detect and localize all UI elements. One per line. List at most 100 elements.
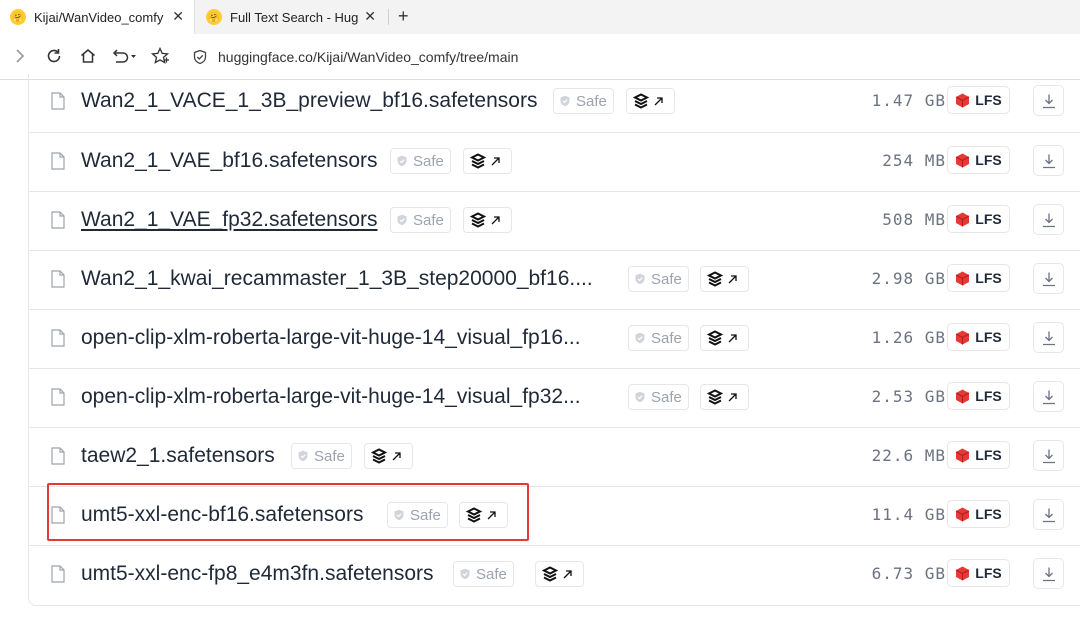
tab-title: Full Text Search - Hug <box>230 9 358 25</box>
file-size: 6.73 GB <box>871 564 946 583</box>
lfs-badge[interactable]: LFS <box>947 441 1010 469</box>
file-icon <box>51 152 65 170</box>
download-button[interactable] <box>1033 381 1064 412</box>
file-name-link[interactable]: Wan2_1_VAE_fp32.safetensors <box>81 206 378 234</box>
scan-link-icon <box>469 212 500 228</box>
download-icon <box>1042 390 1055 404</box>
download-icon <box>1042 331 1055 345</box>
lfs-badge[interactable]: LFS <box>947 559 1010 587</box>
lfs-badge[interactable]: LFS <box>947 323 1010 351</box>
safe-label: Safe <box>651 329 682 347</box>
file-row: Wan2_1_VACE_1_3B_preview_bf16.safetensor… <box>29 73 1080 132</box>
favorite-star-icon[interactable] <box>148 44 172 68</box>
safe-badge[interactable]: Safe <box>453 561 514 587</box>
lfs-label: LFS <box>975 447 1002 463</box>
safe-label: Safe <box>651 270 682 288</box>
safe-badge[interactable]: Safe <box>628 266 689 292</box>
safe-badge[interactable]: Safe <box>390 148 451 174</box>
safe-badge[interactable]: Safe <box>291 443 352 469</box>
lfs-label: LFS <box>975 506 1002 522</box>
file-size: 11.4 GB <box>871 505 946 524</box>
file-row: open-clip-xlm-roberta-large-vit-huge-14_… <box>29 368 1080 427</box>
lfs-label: LFS <box>975 92 1002 108</box>
reload-icon[interactable] <box>42 44 66 68</box>
undo-history-icon[interactable] <box>106 44 140 68</box>
file-name-link[interactable]: Wan2_1_kwai_recammaster_1_3B_step20000_b… <box>81 265 593 293</box>
file-icon <box>51 447 65 465</box>
download-button[interactable] <box>1033 322 1064 353</box>
scan-link-icon <box>469 153 500 169</box>
lfs-cube-icon <box>956 271 970 285</box>
scan-link-button[interactable] <box>700 325 749 351</box>
download-button[interactable] <box>1033 263 1064 294</box>
file-name-link[interactable]: Wan2_1_VAE_bf16.safetensors <box>81 147 378 175</box>
lfs-cube-icon <box>956 93 970 107</box>
file-name-link[interactable]: umt5-xxl-enc-fp8_e4m3fn.safetensors <box>81 560 434 588</box>
address-url: huggingface.co/Kijai/WanVideo_comfy/tree… <box>218 49 519 65</box>
tab-title: Kijai/WanVideo_comfy <box>34 9 164 25</box>
scan-link-button[interactable] <box>626 88 675 114</box>
lfs-cube-icon <box>956 330 970 344</box>
new-tab-button[interactable]: + <box>398 5 409 27</box>
scan-link-button[interactable] <box>700 384 749 410</box>
file-row: umt5-xxl-enc-fp8_e4m3fn.safetensors Safe… <box>29 545 1080 604</box>
safe-badge[interactable]: Safe <box>390 207 451 233</box>
close-tab-icon[interactable]: ✕ <box>364 8 376 24</box>
hf-favicon-icon: 🤗 <box>206 9 222 25</box>
download-icon <box>1042 449 1055 463</box>
hf-favicon-icon: 🤗 <box>10 9 26 25</box>
safe-badge[interactable]: Safe <box>553 88 614 114</box>
download-button[interactable] <box>1033 204 1064 235</box>
download-button[interactable] <box>1033 85 1064 116</box>
shield-check-icon <box>298 450 308 462</box>
tab-full-text-search[interactable]: 🤗 Full Text Search - Hug ✕ <box>196 0 386 34</box>
scan-link-button[interactable] <box>364 443 413 469</box>
home-icon[interactable] <box>76 44 100 68</box>
safe-badge[interactable]: Safe <box>628 325 689 351</box>
scan-link-button[interactable] <box>463 148 512 174</box>
scan-link-button[interactable] <box>535 561 584 587</box>
lfs-cube-icon <box>956 566 970 580</box>
shield-check-icon <box>397 214 407 226</box>
lfs-badge[interactable]: LFS <box>947 382 1010 410</box>
lfs-badge[interactable]: LFS <box>947 205 1010 233</box>
site-security-icon[interactable] <box>192 49 208 65</box>
download-button[interactable] <box>1033 558 1064 589</box>
highlight-box <box>47 483 529 541</box>
address-bar[interactable]: huggingface.co/Kijai/WanVideo_comfy/tree… <box>186 43 1066 71</box>
file-size: 1.47 GB <box>871 91 946 110</box>
download-button[interactable] <box>1033 499 1064 530</box>
download-button[interactable] <box>1033 440 1064 471</box>
download-icon <box>1042 213 1055 227</box>
forward-icon[interactable] <box>10 44 30 68</box>
lfs-label: LFS <box>975 329 1002 345</box>
file-size: 2.98 GB <box>871 269 946 288</box>
download-icon <box>1042 154 1055 168</box>
safe-label: Safe <box>413 152 444 170</box>
tab-wanvideo[interactable]: 🤗 Kijai/WanVideo_comfy ✕ <box>0 0 195 34</box>
lfs-badge[interactable]: LFS <box>947 146 1010 174</box>
lfs-cube-icon <box>956 212 970 226</box>
file-row: open-clip-xlm-roberta-large-vit-huge-14_… <box>29 309 1080 368</box>
file-name-link[interactable]: open-clip-xlm-roberta-large-vit-huge-14_… <box>81 324 581 352</box>
lfs-label: LFS <box>975 152 1002 168</box>
download-button[interactable] <box>1033 145 1064 176</box>
lfs-cube-icon <box>956 153 970 167</box>
lfs-badge[interactable]: LFS <box>947 500 1010 528</box>
lfs-badge[interactable]: LFS <box>947 86 1010 114</box>
file-icon <box>51 211 65 229</box>
file-icon <box>51 270 65 288</box>
close-tab-icon[interactable]: ✕ <box>172 8 184 24</box>
file-size: 254 MB <box>882 151 946 170</box>
download-icon <box>1042 94 1055 108</box>
safe-badge[interactable]: Safe <box>628 384 689 410</box>
scan-link-button[interactable] <box>700 266 749 292</box>
shield-check-icon <box>635 332 645 344</box>
file-name-link[interactable]: open-clip-xlm-roberta-large-vit-huge-14_… <box>81 383 581 411</box>
scan-link-button[interactable] <box>463 207 512 233</box>
file-name-link[interactable]: taew2_1.safetensors <box>81 442 275 470</box>
lfs-badge[interactable]: LFS <box>947 264 1010 292</box>
file-name-link[interactable]: Wan2_1_VACE_1_3B_preview_bf16.safetensor… <box>81 87 537 115</box>
file-row: Wan2_1_kwai_recammaster_1_3B_step20000_b… <box>29 250 1080 309</box>
tab-bar: 🤗 Kijai/WanVideo_comfy ✕ 🤗 Full Text Sea… <box>0 0 1080 34</box>
